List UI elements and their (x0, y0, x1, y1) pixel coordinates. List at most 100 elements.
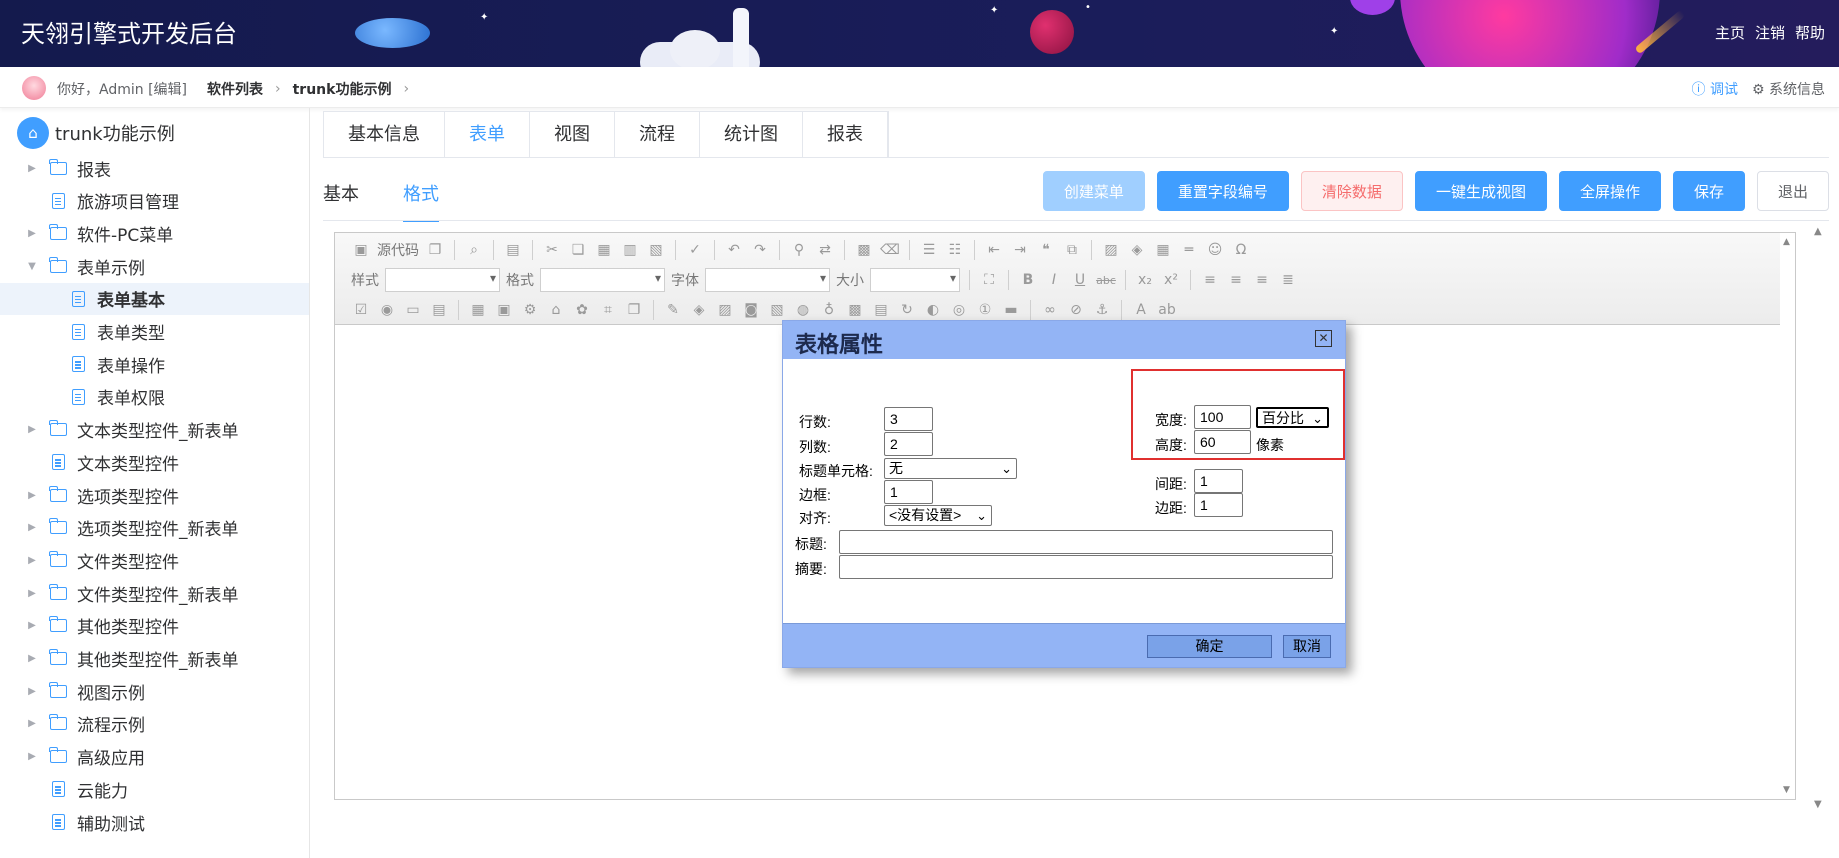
text-color-icon[interactable]: A (1131, 301, 1151, 319)
sidebar-tree-item[interactable]: ▶ 报表 (0, 152, 309, 184)
sidebar-tree-item[interactable]: ▶ 选项类型控件_新表单 (0, 512, 309, 544)
cancel-button[interactable]: 取消 (1283, 635, 1331, 658)
fullscreen-button[interactable]: 全屏操作 (1558, 171, 1661, 211)
caret-right-icon[interactable]: ▶ (25, 686, 39, 697)
copy-icon[interactable]: ❐ (425, 241, 445, 259)
maximize-icon[interactable]: ⛶ (979, 271, 999, 289)
bank-icon[interactable]: ⌂ (546, 301, 566, 319)
header-cell-select[interactable]: 无 ⌄ (884, 458, 1017, 479)
paste-text-icon[interactable]: ▥ (620, 241, 640, 259)
outdent-icon[interactable]: ⇤ (984, 241, 1004, 259)
checkbox-icon[interactable]: ☑ (351, 301, 371, 319)
template-icon[interactable]: ▤ (503, 241, 523, 259)
sidebar-tree-item[interactable]: ▶ 视图示例 (0, 675, 309, 707)
generate-view-button[interactable]: 一键生成视图 (1414, 171, 1547, 211)
caret-down-icon[interactable]: ▼ (25, 261, 39, 272)
color-wheel-icon[interactable]: ◐ (923, 301, 943, 319)
replace-icon[interactable]: ⇄ (815, 241, 835, 259)
create-menu-button[interactable]: 创建菜单 (1042, 171, 1145, 211)
textarea-icon[interactable]: ▤ (429, 301, 449, 319)
subtab-basic[interactable]: 基本 (323, 180, 359, 222)
sidebar-tree-item[interactable]: 表单操作 (0, 348, 309, 380)
attachment-icon[interactable]: ▧ (767, 301, 787, 319)
bg-color-icon[interactable]: ab (1157, 301, 1177, 319)
bullet-list-icon[interactable]: ☷ (945, 241, 965, 259)
sidebar-tree-item[interactable]: 辅助测试 (0, 806, 309, 838)
subtab-format[interactable]: 格式 (403, 180, 439, 222)
padding-input[interactable] (1194, 493, 1243, 517)
textfield-icon[interactable]: ▭ (403, 301, 423, 319)
align-right-icon[interactable]: ≡ (1252, 271, 1272, 289)
select-all-icon[interactable]: ▩ (854, 241, 874, 259)
summary-input[interactable] (839, 555, 1333, 579)
sidebar-tree-item[interactable]: 表单类型 (0, 316, 309, 348)
redo-icon[interactable]: ↷ (750, 241, 770, 259)
horizontal-rule-icon[interactable]: ═ (1179, 241, 1199, 259)
save-button[interactable]: 保存 (1672, 171, 1745, 211)
align-select[interactable]: <没有设置> ⌄ (884, 505, 992, 526)
border-input[interactable] (884, 480, 933, 504)
copy-icon[interactable]: ❏ (568, 241, 588, 259)
cut-icon[interactable]: ✂ (542, 241, 562, 259)
size-select[interactable] (870, 268, 960, 292)
close-icon[interactable]: ✕ (1315, 330, 1332, 347)
sidebar-tree-item[interactable]: 旅游项目管理 (0, 185, 309, 217)
caret-right-icon[interactable]: ▶ (25, 228, 39, 239)
document-icon[interactable]: ▤ (871, 301, 891, 319)
sidebar-tree-item[interactable]: ▶ 其他类型控件 (0, 610, 309, 642)
tab-chart[interactable]: 统计图 (700, 112, 803, 158)
include-icon[interactable]: ❐ (624, 301, 644, 319)
sidebar-tree-item[interactable]: 表单基本 (0, 282, 309, 315)
greeting-text[interactable]: 你好，Admin [编辑] (57, 79, 187, 99)
camera-icon[interactable]: ◙ (741, 301, 761, 319)
nav-help-link[interactable]: 帮助 (1795, 22, 1825, 43)
link-icon[interactable]: ∞ (1040, 301, 1060, 319)
number-icon[interactable]: ① (975, 301, 995, 319)
sidebar-tree-item[interactable]: ▶ 流程示例 (0, 708, 309, 740)
caption-input[interactable] (839, 530, 1333, 554)
tab-flow[interactable]: 流程 (615, 112, 700, 158)
caret-right-icon[interactable]: ▶ (25, 620, 39, 631)
eraser-icon[interactable]: ⌫ (880, 241, 900, 259)
calendar-icon[interactable]: ▣ (494, 301, 514, 319)
subscript-icon[interactable]: x₂ (1135, 271, 1155, 289)
tab-report[interactable]: 报表 (803, 112, 888, 158)
caret-right-icon[interactable]: ▶ (25, 424, 39, 435)
ok-button[interactable]: 确定 (1147, 635, 1272, 658)
caret-right-icon[interactable]: ▶ (25, 653, 39, 664)
caret-right-icon[interactable]: ▶ (25, 588, 39, 599)
italic-icon[interactable]: I (1044, 271, 1064, 289)
caret-right-icon[interactable]: ▶ (25, 490, 39, 501)
indent-icon[interactable]: ⇥ (1010, 241, 1030, 259)
special-char-icon[interactable]: Ω (1231, 241, 1251, 259)
source-icon[interactable]: ▣ (351, 241, 371, 259)
page-scrollbar[interactable]: ▲ ▼ (1812, 222, 1827, 810)
scroll-down-icon[interactable]: ▼ (1783, 785, 1790, 795)
align-center-icon[interactable]: ≡ (1226, 271, 1246, 289)
qrcode-icon[interactable]: ▩ (845, 301, 865, 319)
reset-field-button[interactable]: 重置字段编号 (1156, 171, 1289, 211)
sidebar-tree-item[interactable]: ▶ 文本类型控件_新表单 (0, 414, 309, 446)
align-left-icon[interactable]: ≡ (1200, 271, 1220, 289)
breadcrumb-item[interactable]: 软件列表 (207, 79, 263, 99)
tab-form[interactable]: 表单 (445, 112, 530, 158)
target-icon[interactable]: ◎ (949, 301, 969, 319)
flash-icon[interactable]: ◈ (1127, 241, 1147, 259)
numbered-list-icon[interactable]: ☰ (919, 241, 939, 259)
cols-input[interactable] (884, 432, 933, 456)
paste-word-icon[interactable]: ▧ (646, 241, 666, 259)
nav-home-link[interactable]: 主页 (1715, 22, 1745, 43)
find-icon[interactable]: ⚲ (789, 241, 809, 259)
strike-icon[interactable]: abc (1096, 271, 1116, 289)
paste-icon[interactable]: ▦ (594, 241, 614, 259)
sidebar-tree-item[interactable]: ▶ 文件类型控件 (0, 544, 309, 576)
unlink-icon[interactable]: ⊘ (1066, 301, 1086, 319)
refresh-icon[interactable]: ↻ (897, 301, 917, 319)
bold-icon[interactable]: B (1018, 271, 1038, 289)
image-icon[interactable]: ▨ (1101, 241, 1121, 259)
align-justify-icon[interactable]: ≣ (1278, 271, 1298, 289)
table-icon[interactable]: ▦ (1153, 241, 1173, 259)
smiley-icon[interactable]: ☺ (1205, 241, 1225, 259)
scroll-down-icon[interactable]: ▼ (1814, 799, 1822, 810)
sidebar-tree-item[interactable]: 表单权限 (0, 381, 309, 413)
